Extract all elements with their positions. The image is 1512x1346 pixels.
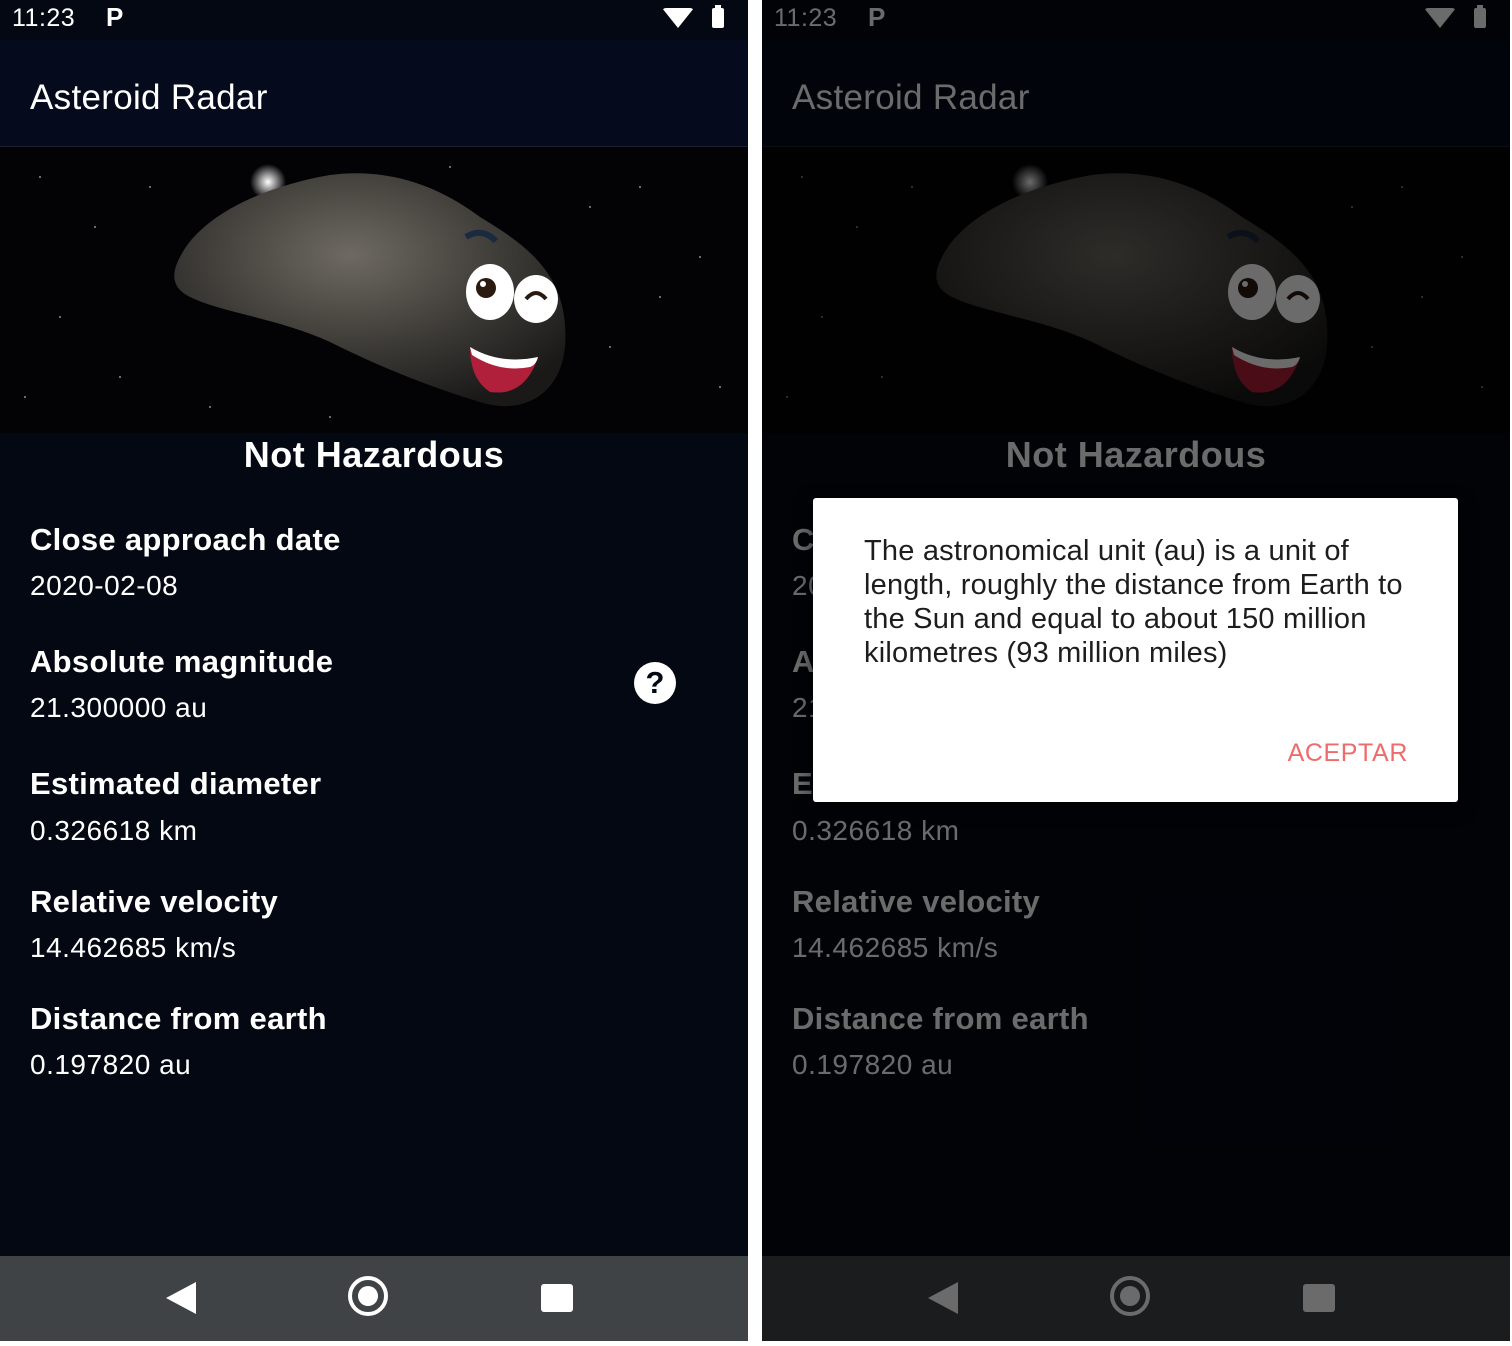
help-icon[interactable]: ? [634, 662, 676, 704]
detail-screen: 11:23 P Asteroid Radar Not Hazardous Clo… [0, 0, 748, 1341]
back-icon[interactable] [166, 1282, 196, 1314]
status-bar: 11:23 P [0, 0, 748, 40]
absolute-magnitude-value: 21.300000 au [30, 692, 208, 723]
hazard-status: Not Hazardous [243, 434, 505, 475]
app-title: Asteroid Radar [30, 78, 268, 117]
relative-velocity-label: Relative velocity [30, 884, 279, 919]
accept-button[interactable]: ACEPTAR [1288, 739, 1408, 768]
absolute-magnitude-label: Absolute magnitude [30, 644, 334, 679]
close-approach-date-label: Close approach date [30, 522, 341, 557]
close-approach-date-value: 2020-02-08 [30, 570, 179, 601]
estimated-diameter-label: Estimated diameter [30, 766, 322, 801]
status-time: 11:23 [12, 4, 76, 32]
distance-from-earth-value: 0.197820 au [30, 1049, 192, 1080]
app-bar: Asteroid Radar [0, 40, 748, 147]
navigation-bar [0, 1256, 748, 1341]
distance-from-earth-label: Distance from earth [30, 1001, 327, 1036]
battery-icon [712, 5, 724, 28]
detail-screen-with-dialog: 11:23 P Asteroid Radar [762, 0, 1510, 1341]
estimated-diameter-value: 0.326618 km [30, 815, 198, 846]
relative-velocity-value: 14.462685 km/s [30, 932, 237, 963]
wifi-icon [662, 8, 694, 28]
asteroid-image [0, 147, 748, 433]
dialog-message: The astronomical unit (au) is a unit of … [864, 535, 1403, 669]
notification-icon: P [106, 2, 124, 32]
au-info-dialog: The astronomical unit (au) is a unit of … [813, 498, 1458, 802]
home-icon[interactable] [348, 1276, 388, 1316]
recents-icon[interactable] [541, 1284, 573, 1312]
